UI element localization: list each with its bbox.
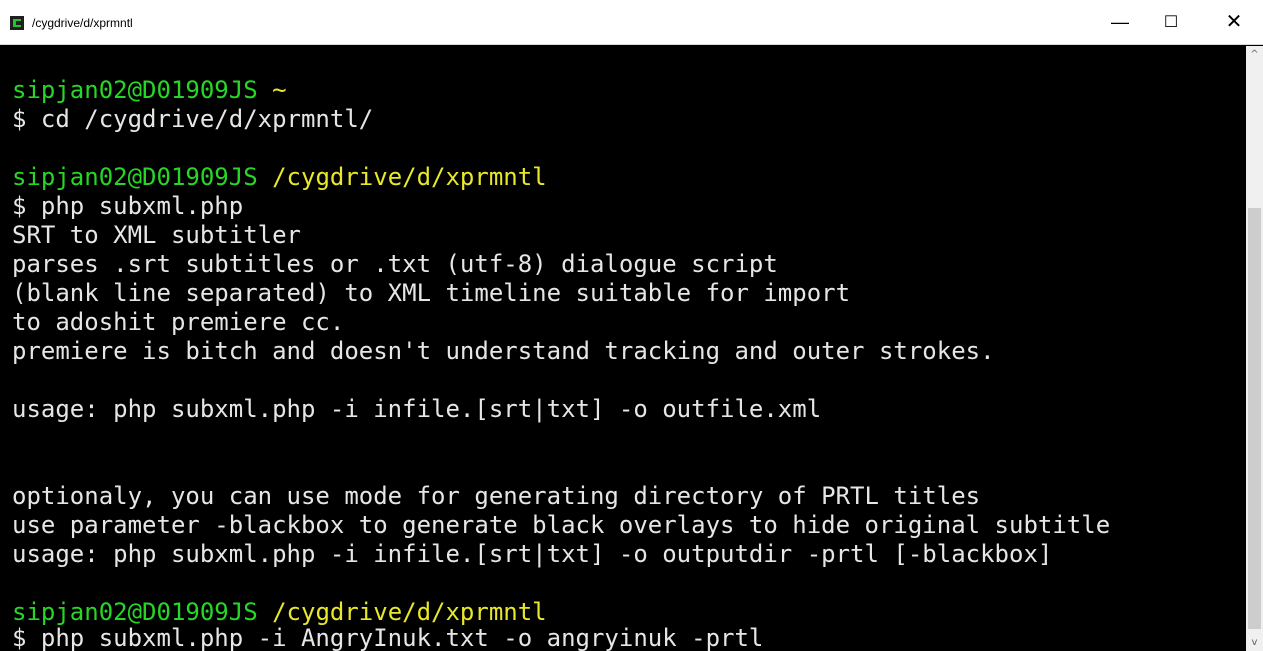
scroll-down-arrow-icon[interactable]: v [1246, 634, 1263, 651]
prompt-user: sipjan02@D01909JS [12, 76, 258, 104]
prompt-path: /cygdrive/d/xprmntl [272, 163, 547, 191]
command-line: $ php subxml.php -i AngryInuk.txt -o ang… [12, 624, 764, 651]
prompt-user: sipjan02@D01909JS [12, 163, 258, 191]
prompt-path: ~ [272, 76, 287, 104]
prompt-line: sipjan02@D01909JS ~ [12, 76, 287, 104]
output-line: $ php subxml.php [12, 192, 244, 220]
output-line: use parameter -blackbox to generate blac… [12, 511, 1111, 539]
output-line: optionaly, you can use mode for generati… [12, 482, 981, 510]
prompt-line: sipjan02@D01909JS /cygdrive/d/xprmntl [12, 163, 547, 191]
scroll-up-arrow-icon[interactable]: ^ [1246, 46, 1263, 63]
output-line: (blank line separated) to XML timeline s… [12, 279, 851, 307]
output-line: usage: php subxml.php -i infile.[srt|txt… [12, 540, 1053, 568]
maximize-button[interactable]: ☐ [1148, 0, 1194, 45]
close-button[interactable]: ✕ [1211, 0, 1257, 45]
output-line: $ cd /cygdrive/d/xprmntl/ [12, 105, 374, 133]
scroll-thumb[interactable] [1248, 208, 1261, 629]
window-title: /cygdrive/d/xprmntl [32, 16, 133, 30]
prompt-path: /cygdrive/d/xprmntl [272, 598, 547, 626]
output-line: parses .srt subtitles or .txt (utf-8) di… [12, 250, 778, 278]
vertical-scrollbar[interactable]: ^ v [1246, 46, 1263, 651]
output-line: usage: php subxml.php -i infile.[srt|txt… [12, 395, 822, 423]
terminal-window: /cygdrive/d/xprmntl — ☐ ✕ sipjan02@D0190… [0, 0, 1263, 651]
cygwin-terminal-icon[interactable] [10, 16, 24, 30]
output-line: to adoshit premiere cc. [12, 308, 345, 336]
prompt-user: sipjan02@D01909JS [12, 598, 258, 626]
title-bar[interactable]: /cygdrive/d/xprmntl — ☐ ✕ [0, 0, 1263, 45]
minimize-button[interactable]: — [1097, 0, 1143, 45]
prompt-line: sipjan02@D01909JS /cygdrive/d/xprmntl [12, 598, 547, 626]
terminal-output[interactable]: sipjan02@D01909JS ~ $ cd /cygdrive/d/xpr… [0, 46, 1246, 651]
output-line: premiere is bitch and doesn't understand… [12, 337, 995, 365]
output-line: SRT to XML subtitler [12, 221, 301, 249]
